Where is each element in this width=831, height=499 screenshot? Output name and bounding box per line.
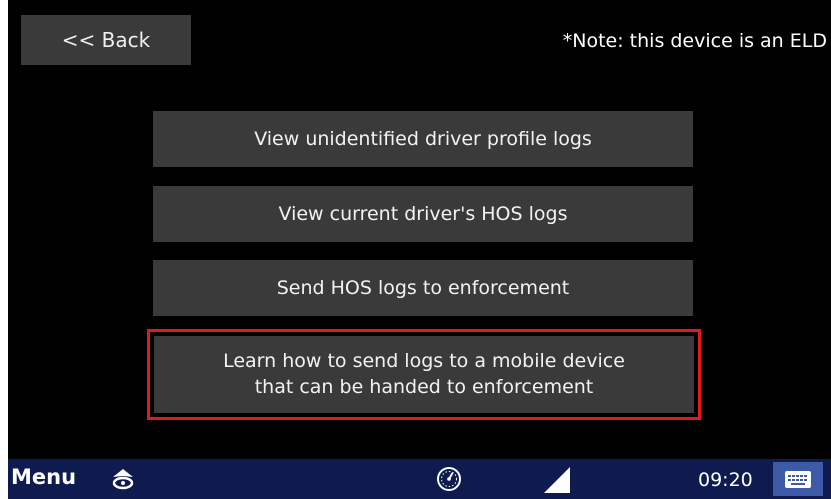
view-current-driver-logs-button[interactable]: View current driver's HOS logs [153, 186, 693, 242]
button-label: View current driver's HOS logs [278, 203, 568, 225]
learn-send-logs-mobile-button[interactable]: Learn how to send logs to a mobile devic… [147, 329, 701, 420]
button-label-line-1: Learn how to send logs to a mobile devic… [223, 349, 625, 372]
gauge-icon[interactable] [435, 465, 463, 493]
signal-icon [542, 465, 572, 495]
send-logs-to-enforcement-button[interactable]: Send HOS logs to enforcement [153, 260, 693, 316]
button-label-line-2: that can be handed to enforcement [254, 375, 594, 398]
keyboard-icon[interactable] [773, 462, 823, 496]
taskbar: Menu 09:20 [8, 459, 831, 499]
eld-note: *Note: this device is an ELD [562, 30, 827, 52]
button-label: View unidentified driver profile logs [254, 128, 592, 150]
clock-time: 09:20 [698, 469, 753, 491]
menu-button[interactable]: Menu [11, 465, 76, 489]
view-unidentified-logs-button[interactable]: View unidentified driver profile logs [153, 111, 693, 167]
button-label: Send HOS logs to enforcement [276, 277, 570, 299]
back-button[interactable]: << Back [21, 15, 191, 65]
gps-icon[interactable] [110, 467, 136, 491]
eld-screen: << Back *Note: this device is an ELD Vie… [8, 0, 831, 499]
